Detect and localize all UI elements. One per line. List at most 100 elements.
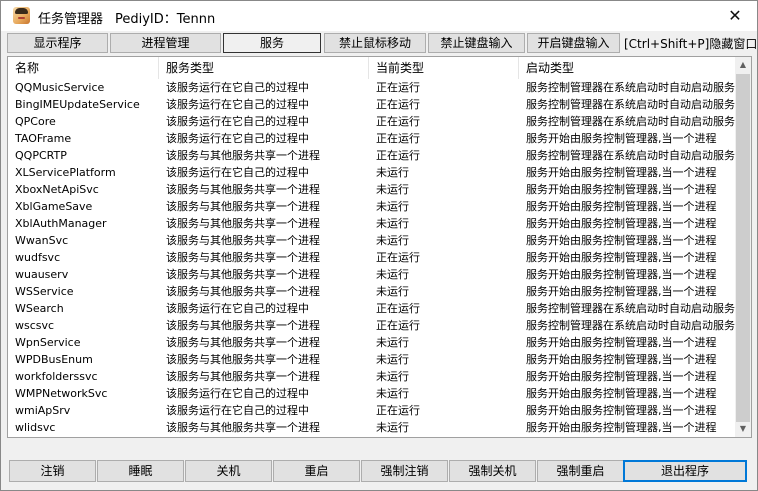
cell-name: wmiApSrv — [15, 404, 71, 417]
tab-bar: 显示程序 进程管理 服务 禁止鼠标移动 禁止键盘输入 开启键盘输入 [Ctrl+… — [7, 33, 757, 53]
cell-service-type: 该服务与其他服务共享一个进程 — [166, 421, 320, 434]
force-shutdown-button[interactable]: 强制关机 — [449, 460, 536, 482]
cell-name: QPCore — [15, 115, 56, 128]
table-row[interactable]: wudfsvc 该服务与其他服务共享一个进程 正在运行 服务开始由服务控制管理器,当一… — [8, 249, 736, 266]
sleep-button[interactable]: 睡眠 — [97, 460, 184, 482]
tab-disable-keyboard[interactable]: 禁止键盘输入 — [428, 33, 525, 53]
cell-start-type: 服务控制管理器在系统启动时自动启动服务 — [526, 115, 735, 128]
action-bar: 注销 睡眠 关机 重启 强制注销 强制关机 强制重启 退出程序 — [9, 460, 755, 482]
table-row[interactable]: WSService 该服务与其他服务共享一个进程 未运行 服务开始由服务控制管理器,当… — [8, 283, 736, 300]
table-row[interactable]: XLServicePlatform 该服务运行在它自己的过程中 未运行 服务开始由服务… — [8, 164, 736, 181]
pediy-id-label: PediyID：Tennn — [115, 12, 216, 27]
cell-service-type: 该服务运行在它自己的过程中 — [166, 81, 309, 94]
cell-service-type: 该服务与其他服务共享一个进程 — [166, 234, 320, 247]
cell-name: BingIMEUpdateService — [15, 98, 140, 111]
logoff-button[interactable]: 注销 — [9, 460, 96, 482]
cell-start-type: 服务开始由服务控制管理器,当一个进程 — [526, 421, 717, 434]
cell-service-type: 该服务与其他服务共享一个进程 — [166, 285, 320, 298]
exit-program-button[interactable]: 退出程序 — [623, 460, 747, 482]
cell-service-type: 该服务与其他服务共享一个进程 — [166, 183, 320, 196]
table-row[interactable]: WSearch 该服务运行在它自己的过程中 正在运行 服务控制管理器在系统启动时自动启… — [8, 300, 736, 317]
cell-start-type: 服务控制管理器在系统启动时自动启动服务 — [526, 98, 735, 111]
vertical-scrollbar[interactable]: ▲ ▼ — [735, 57, 751, 437]
cell-service-type: 该服务与其他服务共享一个进程 — [166, 200, 320, 213]
cell-service-type: 该服务运行在它自己的过程中 — [166, 98, 309, 111]
table-row[interactable]: WwanSvc 该服务与其他服务共享一个进程 未运行 服务开始由服务控制管理器,当一个… — [8, 232, 736, 249]
tab-services[interactable]: 服务 — [223, 33, 321, 53]
table-row[interactable]: BingIMEUpdateService 该服务运行在它自己的过程中 正在运行 服务控… — [8, 96, 736, 113]
tab-show-programs[interactable]: 显示程序 — [7, 33, 108, 53]
cell-start-type: 服务开始由服务控制管理器,当一个进程 — [526, 132, 717, 145]
cell-start-type: 服务开始由服务控制管理器,当一个进程 — [526, 404, 717, 417]
cell-name: WpnService — [15, 336, 81, 349]
cell-current-state: 未运行 — [376, 336, 409, 349]
cell-current-state: 正在运行 — [376, 319, 420, 332]
cell-name: WSearch — [15, 302, 64, 315]
table-row[interactable]: wlidsvc 该服务与其他服务共享一个进程 未运行 服务开始由服务控制管理器,当一个… — [8, 419, 736, 436]
force-logoff-button[interactable]: 强制注销 — [361, 460, 448, 482]
table-row[interactable]: WPDBusEnum 该服务与其他服务共享一个进程 未运行 服务开始由服务控制管理器,… — [8, 351, 736, 368]
cell-current-state: 未运行 — [376, 217, 409, 230]
table-row[interactable]: XblAuthManager 该服务与其他服务共享一个进程 未运行 服务开始由服务控制… — [8, 215, 736, 232]
cell-service-type: 该服务运行在它自己的过程中 — [166, 387, 309, 400]
cell-current-state: 正在运行 — [376, 98, 420, 111]
table-row[interactable]: XboxNetApiSvc 该服务与其他服务共享一个进程 未运行 服务开始由服务控制管… — [8, 181, 736, 198]
cell-current-state: 未运行 — [376, 387, 409, 400]
cell-service-type: 该服务与其他服务共享一个进程 — [166, 149, 320, 162]
cell-current-state: 正在运行 — [376, 115, 420, 128]
cell-current-state: 未运行 — [376, 285, 409, 298]
shutdown-button[interactable]: 关机 — [185, 460, 272, 482]
scroll-up-icon[interactable]: ▲ — [735, 57, 751, 73]
cell-current-state: 未运行 — [376, 370, 409, 383]
table-row[interactable]: wscsvc 该服务与其他服务共享一个进程 正在运行 服务控制管理器在系统启动时自动启… — [8, 317, 736, 334]
scroll-down-icon[interactable]: ▼ — [735, 421, 751, 437]
cell-name: wudfsvc — [15, 251, 61, 264]
restart-button[interactable]: 重启 — [273, 460, 360, 482]
tab-enable-keyboard[interactable]: 开启键盘输入 — [527, 33, 620, 53]
cell-start-type: 服务开始由服务控制管理器,当一个进程 — [526, 285, 717, 298]
tab-disable-mouse[interactable]: 禁止鼠标移动 — [324, 33, 426, 53]
cell-current-state: 未运行 — [376, 353, 409, 366]
cell-start-type: 服务控制管理器在系统启动时自动启动服务 — [526, 319, 735, 332]
services-table[interactable]: 名称 服务类型 当前类型 启动类型 QQMusicService 该服务运行在它自… — [7, 56, 752, 438]
cell-name: WSService — [15, 285, 74, 298]
column-header-current-state[interactable]: 当前类型 — [369, 57, 519, 79]
column-header-start-type[interactable]: 启动类型 — [519, 57, 736, 79]
table-row[interactable]: XblGameSave 该服务与其他服务共享一个进程 未运行 服务开始由服务控制管理器… — [8, 198, 736, 215]
cell-start-type: 服务开始由服务控制管理器,当一个进程 — [526, 387, 717, 400]
force-restart-button[interactable]: 强制重启 — [537, 460, 624, 482]
cell-service-type: 该服务与其他服务共享一个进程 — [166, 319, 320, 332]
hotkey-hint: [Ctrl+Shift+P]隐藏窗口 — [624, 37, 758, 51]
cell-service-type: 该服务与其他服务共享一个进程 — [166, 217, 320, 230]
cell-service-type: 该服务运行在它自己的过程中 — [166, 132, 309, 145]
task-manager-window: 任务管理器 PediyID：Tennn ✕ 显示程序 进程管理 服务 禁止鼠标移… — [0, 0, 758, 491]
close-icon[interactable]: ✕ — [725, 6, 745, 26]
cell-service-type: 该服务与其他服务共享一个进程 — [166, 370, 320, 383]
table-row[interactable]: TAOFrame 该服务运行在它自己的过程中 正在运行 服务开始由服务控制管理器,当一… — [8, 130, 736, 147]
tab-process-management[interactable]: 进程管理 — [110, 33, 221, 53]
cell-name: WwanSvc — [15, 234, 69, 247]
cell-start-type: 服务开始由服务控制管理器,当一个进程 — [526, 200, 717, 213]
cell-current-state: 未运行 — [376, 234, 409, 247]
table-row[interactable]: QPCore 该服务运行在它自己的过程中 正在运行 服务控制管理器在系统启动时自动启动… — [8, 113, 736, 130]
table-header: 名称 服务类型 当前类型 启动类型 — [8, 57, 736, 79]
table-row[interactable]: workfolderssvc 该服务与其他服务共享一个进程 未运行 服务开始由服务控制… — [8, 368, 736, 385]
column-header-name[interactable]: 名称 — [8, 57, 159, 79]
title-bar[interactable]: 任务管理器 PediyID：Tennn ✕ — [1, 1, 757, 31]
table-row[interactable]: wmiApSrv 该服务运行在它自己的过程中 正在运行 服务开始由服务控制管理器,当一… — [8, 402, 736, 419]
table-row[interactable]: WMPNetworkSvc 该服务运行在它自己的过程中 未运行 服务开始由服务控制管理… — [8, 385, 736, 402]
cell-start-type: 服务开始由服务控制管理器,当一个进程 — [526, 268, 717, 281]
cell-current-state: 未运行 — [376, 421, 409, 434]
table-row[interactable]: QQMusicService 该服务运行在它自己的过程中 正在运行 服务控制管理器在系… — [8, 79, 736, 96]
table-row[interactable]: WpnService 该服务与其他服务共享一个进程 未运行 服务开始由服务控制管理器,… — [8, 334, 736, 351]
column-header-service-type[interactable]: 服务类型 — [159, 57, 369, 79]
cell-start-type: 服务开始由服务控制管理器,当一个进程 — [526, 251, 717, 264]
cell-service-type: 该服务与其他服务共享一个进程 — [166, 251, 320, 264]
table-row[interactable]: QQPCRTP 该服务与其他服务共享一个进程 正在运行 服务控制管理器在系统启动时自动… — [8, 147, 736, 164]
table-row[interactable]: wuauserv 该服务与其他服务共享一个进程 未运行 服务开始由服务控制管理器,当一… — [8, 266, 736, 283]
cell-start-type: 服务开始由服务控制管理器,当一个进程 — [526, 353, 717, 366]
cell-start-type: 服务开始由服务控制管理器,当一个进程 — [526, 183, 717, 196]
scroll-thumb[interactable] — [736, 74, 750, 422]
cell-name: QQMusicService — [15, 81, 105, 94]
cell-current-state: 未运行 — [376, 200, 409, 213]
